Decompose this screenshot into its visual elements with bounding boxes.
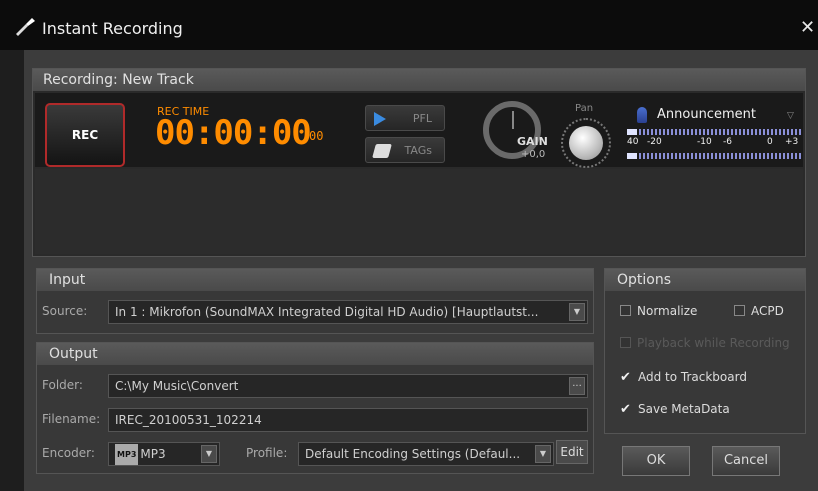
profile-select[interactable]: Default Encoding Settings (Defaul... ▼ — [298, 442, 554, 466]
channel-selector[interactable]: Announcement — [657, 107, 756, 122]
folder-value: C:\My Music\Convert — [115, 379, 239, 393]
folder-field[interactable]: C:\My Music\Convert ... — [108, 374, 588, 398]
input-header: Input — [37, 269, 593, 291]
profile-value: Default Encoding Settings (Defaul... — [305, 447, 521, 461]
close-button[interactable]: ✕ — [800, 18, 818, 38]
pfl-label: PFL — [412, 112, 432, 125]
pan-label: Pan — [575, 103, 594, 114]
meter-scale-label: 0 — [767, 137, 773, 147]
source-value: In 1 : Mikrofon (SoundMAX Integrated Dig… — [115, 305, 539, 319]
ok-button[interactable]: OK — [622, 446, 690, 476]
checkmark-icon: ✔ — [620, 370, 631, 385]
mp3-icon: MP3 — [115, 444, 139, 465]
filename-field[interactable]: IREC_20100531_102214 — [108, 408, 588, 432]
chevron-down-icon[interactable]: ▼ — [535, 445, 551, 463]
edit-profile-button[interactable]: Edit — [556, 440, 588, 464]
recording-panel: Recording: New Track REC REC TIME 00:00:… — [32, 68, 806, 257]
add-to-trackboard-checkbox[interactable]: ✔ Add to Trackboard — [620, 370, 747, 385]
recording-header: Recording: New Track — [33, 69, 805, 91]
filename-label: Filename: — [42, 412, 101, 426]
recording-strip: REC REC TIME 00:00:00 00 PFL TAGs GAIN +… — [35, 93, 803, 168]
tags-button[interactable]: TAGs — [365, 137, 445, 163]
chevron-down-icon[interactable]: ▼ — [201, 445, 217, 463]
gain-value: +0,0 — [521, 149, 546, 160]
encoder-select[interactable]: MP3 MP3 ▼ — [108, 442, 220, 466]
acpd-label: ACPD — [751, 304, 784, 318]
pfl-button[interactable]: PFL — [365, 105, 445, 131]
playback-while-recording-checkbox[interactable]: Playback while Recording — [620, 336, 790, 350]
meter-scale-label: +3 — [785, 137, 799, 147]
playback-label: Playback while Recording — [637, 336, 790, 350]
level-meter-left-lit — [627, 129, 637, 135]
encoder-value: MP3 — [140, 447, 166, 461]
profile-label: Profile: — [246, 446, 288, 460]
output-header: Output — [37, 343, 593, 365]
tags-label: TAGs — [404, 144, 432, 157]
normalize-label: Normalize — [637, 304, 698, 318]
meter-scale-label: -10 — [697, 137, 712, 147]
encoder-label: Encoder: — [42, 446, 95, 460]
play-icon — [374, 112, 386, 126]
rec-button[interactable]: REC — [45, 103, 125, 167]
tag-edit-icon — [372, 144, 392, 158]
add-trackboard-label: Add to Trackboard — [638, 370, 747, 384]
microphone-icon — [16, 18, 35, 36]
checkbox-icon — [620, 305, 631, 316]
checkbox-icon — [620, 337, 631, 348]
rec-time-frames: 00 — [309, 129, 324, 143]
folder-label: Folder: — [42, 378, 83, 392]
level-meter-right-lit — [627, 153, 637, 159]
announcer-icon — [637, 107, 647, 123]
checkmark-icon: ✔ — [620, 402, 631, 417]
filename-value: IREC_20100531_102214 — [115, 413, 262, 427]
pan-knob[interactable] — [569, 126, 603, 160]
checkbox-icon — [734, 305, 745, 316]
gain-label: GAIN — [517, 135, 548, 148]
cancel-button[interactable]: Cancel — [712, 446, 780, 476]
chevron-down-icon[interactable]: ▽ — [787, 111, 794, 121]
options-header: Options — [605, 269, 805, 291]
recording-waveform-area — [35, 169, 803, 254]
source-select[interactable]: In 1 : Mikrofon (SoundMAX Integrated Dig… — [108, 300, 588, 324]
meter-scale: 40 -20 -10 -6 0 +3 — [627, 137, 803, 151]
level-meter-left — [627, 129, 803, 135]
normalize-checkbox[interactable]: Normalize — [620, 304, 697, 318]
chevron-down-icon[interactable]: ▼ — [569, 303, 585, 321]
level-meter-right — [627, 153, 803, 159]
meter-scale-label: -20 — [647, 137, 662, 147]
rec-time-display: 00:00:00 — [155, 113, 312, 153]
save-metadata-label: Save MetaData — [638, 402, 730, 416]
title-bar: Instant Recording ✕ — [0, 0, 818, 50]
save-metadata-checkbox[interactable]: ✔ Save MetaData — [620, 402, 730, 417]
meter-scale-label: -6 — [723, 137, 732, 147]
gain-needle — [512, 111, 514, 129]
window-title: Instant Recording — [42, 19, 183, 38]
acpd-checkbox[interactable]: ACPD — [734, 304, 784, 318]
browse-folder-button[interactable]: ... — [569, 377, 585, 395]
source-label: Source: — [42, 304, 88, 318]
meter-scale-label: 40 — [627, 137, 639, 147]
